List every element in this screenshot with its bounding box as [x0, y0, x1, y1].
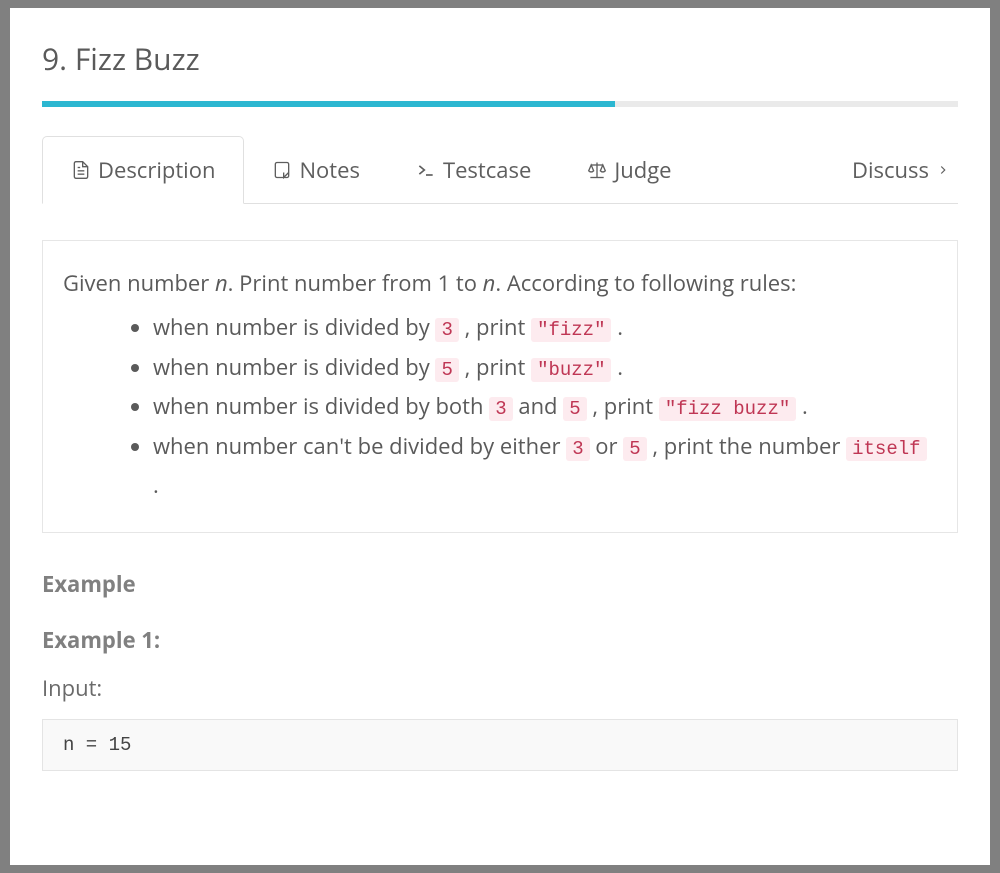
scale-icon: [587, 160, 607, 180]
tab-discuss[interactable]: Discuss: [824, 136, 958, 204]
code-inline: itself: [846, 437, 926, 461]
tab-judge[interactable]: Judge: [559, 136, 699, 204]
rule-item: when number is divided by both 3 and 5 ,…: [153, 387, 937, 427]
rule-item: when number is divided by 3 , print "fiz…: [153, 308, 937, 348]
rules-list: when number is divided by 3 , print "fiz…: [63, 308, 937, 506]
tab-label: Judge: [614, 155, 671, 185]
description-box: Given number n. Print number from 1 to n…: [42, 240, 958, 533]
example-1-heading: Example 1:: [42, 625, 958, 655]
spacer: [700, 135, 824, 203]
code-inline: 5: [563, 397, 586, 421]
chevron-right-icon: [936, 160, 950, 180]
rule-item: when number is divided by 5 , print "buz…: [153, 348, 937, 388]
input-code-block: n = 15: [42, 719, 958, 771]
input-label: Input:: [42, 673, 958, 703]
tab-testcase[interactable]: Testcase: [388, 136, 559, 204]
file-text-icon: [71, 160, 91, 180]
code-inline: 3: [489, 397, 512, 421]
code-inline: 3: [435, 318, 458, 342]
note-icon: [272, 160, 292, 180]
tab-label: Description: [98, 155, 215, 185]
example-heading: Example: [42, 569, 958, 599]
code-inline: 5: [435, 358, 458, 382]
description-intro: Given number n. Print number from 1 to n…: [63, 267, 937, 300]
tab-label: Notes: [299, 155, 359, 185]
problem-page: 9. Fizz Buzz Description Notes Testcase: [10, 8, 990, 865]
tab-notes[interactable]: Notes: [244, 136, 387, 204]
code-inline: 5: [623, 437, 646, 461]
rule-item: when number can't be divided by either 3…: [153, 427, 937, 506]
code-inline: "fizz": [531, 318, 611, 342]
tab-description[interactable]: Description: [42, 136, 244, 204]
terminal-icon: [416, 160, 436, 180]
tab-bar: Description Notes Testcase Judge Discuss: [42, 135, 958, 204]
progress-fill: [42, 101, 615, 107]
progress-bar: [42, 101, 958, 107]
code-inline: "buzz": [531, 358, 611, 382]
code-inline: 3: [566, 437, 589, 461]
problem-title: 9. Fizz Buzz: [42, 38, 958, 79]
code-inline: "fizz buzz": [659, 397, 796, 421]
tab-label: Discuss: [852, 155, 929, 185]
tab-label: Testcase: [443, 155, 531, 185]
